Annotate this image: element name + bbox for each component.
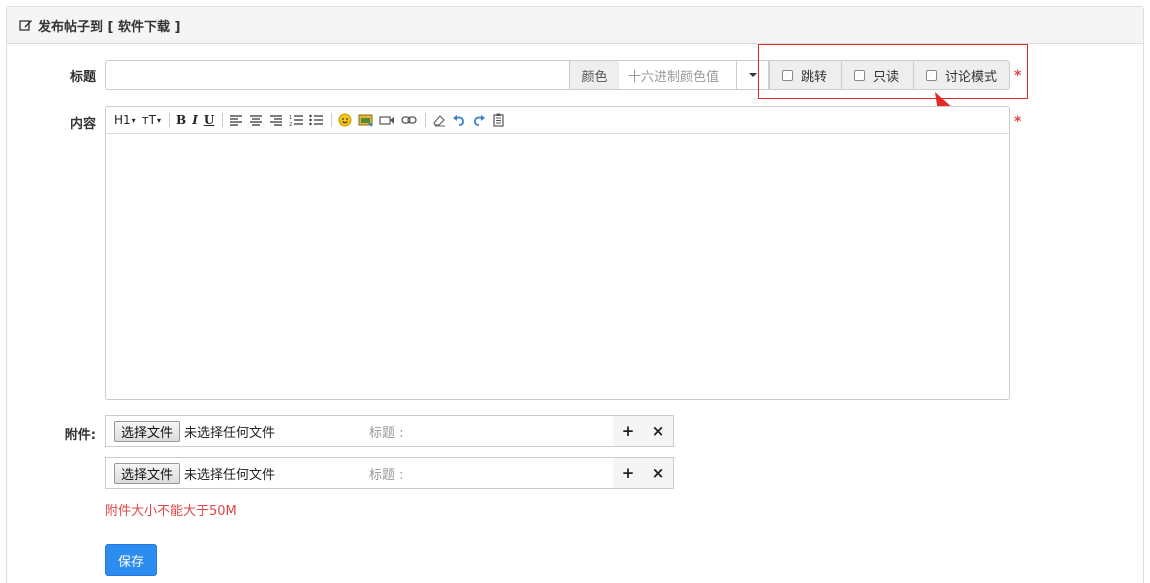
heading-label: H1 bbox=[114, 113, 131, 127]
svg-text:2: 2 bbox=[289, 122, 292, 126]
toolbar-divider bbox=[222, 113, 224, 127]
title-label: 标题 bbox=[69, 70, 96, 85]
align-left-icon[interactable] bbox=[229, 110, 243, 130]
caret-down-icon bbox=[748, 73, 757, 77]
chevron-down-icon: ▾ bbox=[131, 115, 136, 125]
panel-title: 发布帖子到 [ 软件下载 ] bbox=[38, 19, 181, 35]
eraser-icon[interactable] bbox=[432, 110, 446, 130]
svg-text:1: 1 bbox=[289, 115, 292, 121]
attachment-title-input[interactable]: 标题 : bbox=[361, 415, 614, 447]
toolbar-divider bbox=[169, 113, 171, 127]
file-status: 未选择任何文件 bbox=[184, 467, 276, 483]
remove-attachment-button[interactable]: × bbox=[643, 415, 674, 447]
paste-icon[interactable] bbox=[492, 110, 505, 130]
heading-button[interactable]: H1 ▾ bbox=[114, 110, 136, 130]
video-icon[interactable] bbox=[379, 110, 395, 130]
fontsize-label: тT bbox=[141, 113, 157, 127]
panel-heading: 发布帖子到 [ 软件下载 ] bbox=[7, 7, 1143, 44]
image-icon[interactable] bbox=[358, 110, 373, 130]
toolbar-divider bbox=[331, 113, 333, 127]
underline-button[interactable]: U bbox=[204, 110, 214, 130]
link-icon[interactable] bbox=[401, 110, 417, 130]
emoji-icon[interactable] bbox=[338, 110, 352, 130]
chevron-down-icon: ▾ bbox=[157, 115, 162, 125]
add-attachment-button[interactable]: + bbox=[613, 415, 644, 447]
redo-icon[interactable] bbox=[472, 110, 486, 130]
toolbar-divider bbox=[425, 113, 427, 127]
undo-icon[interactable] bbox=[452, 110, 466, 130]
edit-icon bbox=[19, 18, 33, 32]
attachment-row: 选择文件 未选择任何文件 标题 : + × bbox=[105, 457, 674, 489]
file-status: 未选择任何文件 bbox=[184, 425, 276, 441]
color-addon: 颜色 bbox=[569, 60, 620, 90]
title-input[interactable] bbox=[105, 60, 570, 90]
unordered-list-icon[interactable] bbox=[309, 110, 324, 130]
choose-file-button[interactable]: 选择文件 bbox=[114, 462, 181, 484]
remove-attachment-button[interactable]: × bbox=[643, 457, 674, 489]
file-input[interactable]: 选择文件 未选择任何文件 bbox=[105, 457, 362, 489]
editor-toolbar: H1 ▾ тT ▾ B I U 12 bbox=[106, 107, 1009, 134]
content-label: 内容 bbox=[69, 117, 96, 132]
choose-file-button[interactable]: 选择文件 bbox=[114, 420, 181, 442]
save-button[interactable]: 保存 bbox=[105, 544, 157, 576]
align-center-icon[interactable] bbox=[249, 110, 263, 130]
bold-button[interactable]: B bbox=[176, 110, 186, 130]
align-right-icon[interactable] bbox=[269, 110, 283, 130]
fontsize-button[interactable]: тT ▾ bbox=[142, 110, 161, 130]
ordered-list-icon[interactable]: 12 bbox=[289, 110, 304, 130]
attachment-size-hint: 附件大小不能大于50M bbox=[105, 504, 237, 519]
attachments-label: 附件: bbox=[64, 428, 96, 443]
attachment-title-input[interactable]: 标题 : bbox=[361, 457, 614, 489]
add-attachment-button[interactable]: + bbox=[613, 457, 644, 489]
content-required-mark: * bbox=[1014, 114, 1022, 130]
color-hex-input[interactable]: 十六进制颜色值 bbox=[619, 60, 737, 90]
file-input[interactable]: 选择文件 未选择任何文件 bbox=[105, 415, 362, 447]
italic-button[interactable]: I bbox=[192, 110, 198, 130]
attachment-row: 选择文件 未选择任何文件 标题 : + × bbox=[105, 415, 674, 447]
rich-text-editor[interactable]: H1 ▾ тT ▾ B I U 12 bbox=[105, 106, 1010, 400]
